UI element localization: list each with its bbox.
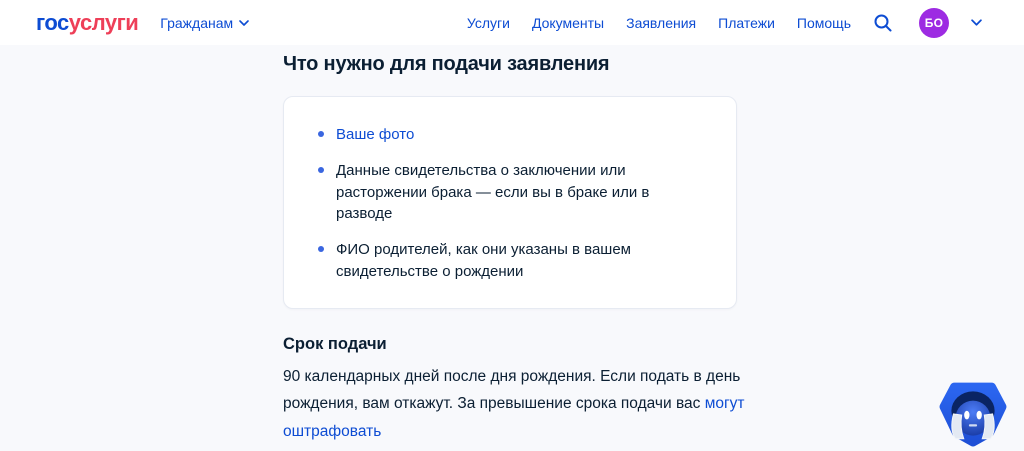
list-item: Данные свидетельства о заключении или ра… — [318, 160, 702, 225]
chevron-down-icon — [971, 19, 982, 26]
requirements-card: Ваше фото Данные свидетельства о заключе… — [283, 96, 737, 309]
bullet-icon — [318, 166, 324, 173]
requirement-text: Данные свидетельства о заключении или ра… — [336, 161, 650, 223]
bullet-icon — [318, 246, 324, 252]
requirement-text: Ваше фото — [336, 124, 414, 146]
requirement-text: ФИО родителей, как они указаны в вашем с… — [336, 241, 631, 280]
avatar-initials: БО — [924, 15, 944, 30]
page-title: Что нужно для подачи заявления — [283, 53, 610, 75]
robot-assistant-icon — [939, 382, 1007, 447]
audience-label: Гражданам — [160, 14, 234, 31]
section-srok-podachi: Срок подачи 90 календарных дней после дн… — [283, 335, 753, 446]
bullet-icon — [318, 131, 324, 137]
list-item: ФИО родителей, как они указаны в вашем с… — [318, 239, 702, 283]
nav-item-pomoshch[interactable]: Помощь — [797, 15, 851, 31]
section-text: 90 календарных дней после дня рождения. … — [283, 363, 753, 446]
list-item: Ваше фото — [318, 124, 702, 146]
robot-assistant-button[interactable] — [938, 379, 1008, 449]
chevron-down-icon — [239, 19, 249, 26]
avatar[interactable]: БО — [919, 7, 949, 38]
search-button[interactable] — [873, 13, 893, 33]
header-left: госуслуги Гражданам — [36, 9, 249, 35]
audience-dropdown[interactable]: Гражданам — [160, 15, 249, 31]
profile-menu-button[interactable] — [971, 19, 982, 26]
nav-item-dokumenty[interactable]: Документы — [532, 15, 604, 31]
section-heading: Срок подачи — [283, 334, 387, 353]
logo-part-uslugi: услуги — [68, 9, 139, 35]
top-header: госуслуги Гражданам Услуги Документы Зая… — [0, 0, 1024, 45]
search-icon — [874, 14, 892, 31]
gosuslugi-logo[interactable]: госуслуги — [36, 9, 139, 35]
your-photo-link[interactable]: Ваше фото — [336, 126, 414, 143]
nav-item-zayavleniya[interactable]: Заявления — [626, 15, 696, 31]
header-nav: Услуги Документы Заявления Платежи Помощ… — [467, 7, 982, 38]
main-content: Что нужно для подачи заявления Ваше фото… — [0, 45, 760, 451]
deadline-text: 90 календарных дней после дня рождения. … — [283, 367, 741, 413]
logo-part-gos: гос — [36, 9, 69, 35]
nav-item-uslugi[interactable]: Услуги — [467, 15, 510, 31]
nav-item-platezhi[interactable]: Платежи — [718, 15, 775, 31]
